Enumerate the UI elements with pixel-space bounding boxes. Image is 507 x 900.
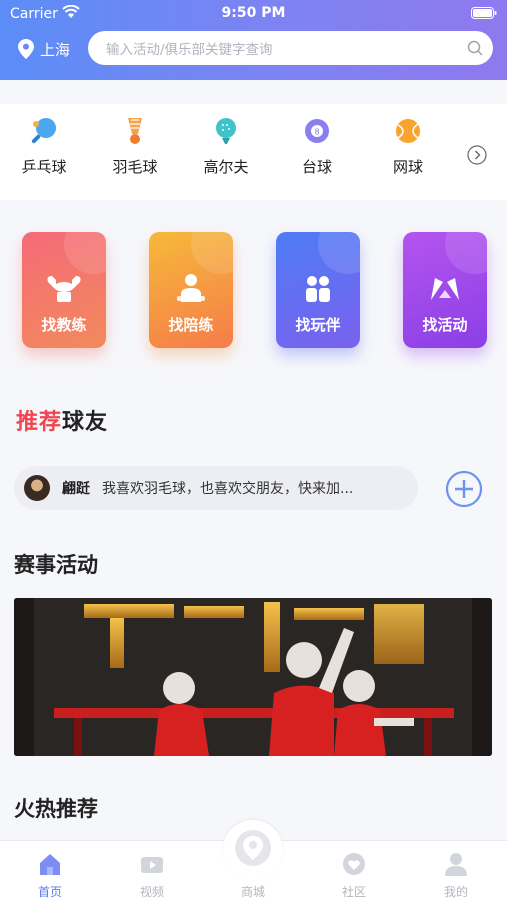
chevron-right-icon[interactable] bbox=[467, 145, 487, 165]
category-label: 羽毛球 bbox=[112, 158, 158, 176]
golf-icon bbox=[216, 118, 236, 144]
tab-mall[interactable] bbox=[223, 820, 283, 880]
find-playmate-button[interactable]: 找玩伴 bbox=[276, 232, 360, 348]
muscle-icon bbox=[47, 276, 81, 302]
home-icon bbox=[40, 854, 60, 875]
category-golf[interactable]: 高尔夫 bbox=[190, 116, 262, 177]
add-friend-button[interactable] bbox=[444, 469, 484, 509]
location-pin-icon bbox=[18, 39, 34, 59]
header-bar: Carrier 9:50 PM 上海 输入活动/俱乐部关键字查询 bbox=[0, 0, 507, 80]
recommend-title-rest: 球友 bbox=[62, 410, 109, 435]
tab-mine[interactable]: 我的 bbox=[416, 851, 496, 900]
category-tennis[interactable]: 网球 bbox=[372, 116, 444, 177]
tab-community[interactable]: 社区 bbox=[314, 851, 394, 900]
people-icon bbox=[306, 276, 330, 302]
person-icon bbox=[177, 274, 205, 302]
hot-section-title: 火热推荐 bbox=[14, 797, 98, 821]
city-label: 上海 bbox=[40, 40, 71, 59]
flags-icon bbox=[431, 278, 459, 300]
category-label: 台球 bbox=[301, 158, 332, 176]
tile-label: 找活动 bbox=[422, 316, 468, 334]
tile-label: 找教练 bbox=[41, 316, 87, 334]
avatar bbox=[24, 475, 50, 501]
category-label: 乒乓球 bbox=[21, 158, 67, 176]
sport-categories: 乒乓球 羽毛球 高尔夫 8 台球 网球 bbox=[0, 104, 507, 200]
shuttlecock-icon bbox=[128, 118, 142, 144]
video-icon bbox=[141, 857, 163, 873]
recommend-friends-title: 推荐球友 bbox=[16, 404, 108, 436]
svg-text:8: 8 bbox=[314, 128, 319, 137]
category-label: 网球 bbox=[392, 158, 423, 176]
events-section-title: 赛事活动 bbox=[14, 553, 98, 577]
mall-icon bbox=[235, 830, 271, 866]
tab-home[interactable]: 首页 bbox=[10, 851, 90, 900]
tab-label: 视频 bbox=[139, 885, 164, 899]
category-billiards[interactable]: 8 台球 bbox=[281, 116, 353, 177]
category-ping-pong[interactable]: 乒乓球 bbox=[8, 116, 80, 177]
event-banner-image bbox=[14, 598, 492, 756]
tab-label: 社区 bbox=[341, 885, 366, 899]
tab-mall-label: 商城 bbox=[240, 885, 265, 899]
recommended-friend-card[interactable]: 翩跹 我喜欢羽毛球，也喜欢交朋友，快来加... bbox=[14, 466, 418, 510]
location-selector[interactable]: 上海 bbox=[18, 38, 70, 60]
friend-name: 翩跹 bbox=[62, 481, 90, 497]
tile-label: 找玩伴 bbox=[295, 316, 341, 334]
status-bar: Carrier 9:50 PM bbox=[0, 0, 507, 28]
feature-tiles: 找教练 找陪练 找玩伴 找活动 bbox=[0, 200, 507, 380]
search-icon bbox=[467, 40, 483, 56]
event-banner[interactable] bbox=[14, 598, 492, 756]
tab-video[interactable]: 视频 bbox=[112, 851, 192, 900]
find-partner-trainer-button[interactable]: 找陪练 bbox=[149, 232, 233, 348]
tab-label: 首页 bbox=[37, 885, 62, 899]
find-activity-button[interactable]: 找活动 bbox=[403, 232, 487, 348]
tab-label: 我的 bbox=[443, 885, 468, 899]
search-input[interactable]: 输入活动/俱乐部关键字查询 bbox=[88, 31, 493, 65]
community-icon bbox=[343, 853, 365, 875]
user-icon bbox=[445, 853, 467, 876]
category-badminton[interactable]: 羽毛球 bbox=[99, 116, 171, 177]
category-label: 高尔夫 bbox=[203, 158, 249, 176]
billiards-icon: 8 bbox=[305, 119, 329, 143]
recommend-title-accent: 推荐 bbox=[16, 410, 63, 435]
ping-pong-icon bbox=[31, 118, 56, 144]
search-placeholder: 输入活动/俱乐部关键字查询 bbox=[106, 42, 273, 58]
battery-icon bbox=[471, 7, 497, 19]
tennis-icon bbox=[396, 119, 420, 143]
find-coach-button[interactable]: 找教练 bbox=[22, 232, 106, 348]
clock: 9:50 PM bbox=[221, 5, 286, 21]
friend-message: 我喜欢羽毛球，也喜欢交朋友，快来加... bbox=[102, 481, 354, 497]
tile-label: 找陪练 bbox=[168, 316, 214, 334]
